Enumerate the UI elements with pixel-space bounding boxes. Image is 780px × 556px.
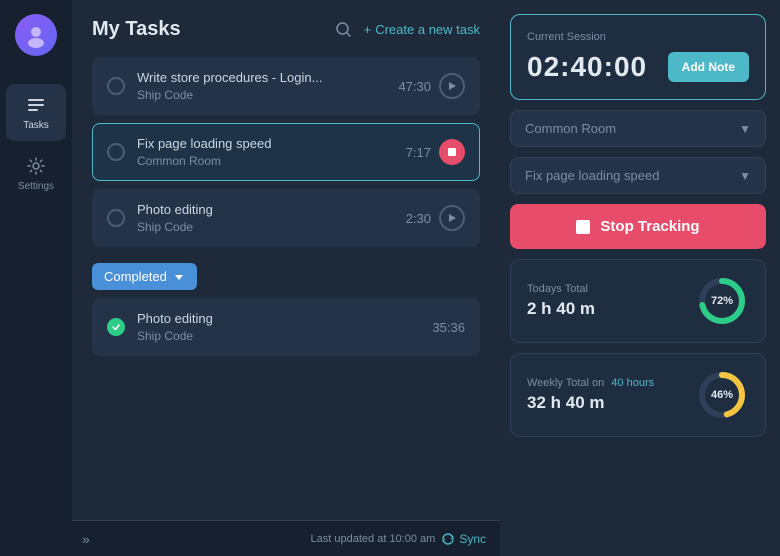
task-name-3: Photo editing [137,202,394,217]
task-info-1: Write store procedures - Login... Ship C… [137,70,386,102]
stop-tracking-label: Stop Tracking [600,218,699,235]
create-task-plus: + [364,22,372,37]
settings-nav-label: Settings [18,181,54,192]
task-name-1: Write store procedures - Login... [137,70,386,85]
todays-total-value: 2 h 40 m [527,299,595,319]
sidebar: Tasks Settings [0,0,72,556]
task-time-c1: 35:36 [432,320,465,335]
stop-icon [576,220,590,234]
task-stop-button-2[interactable] [439,139,465,165]
create-task-button[interactable]: + Create a new task [364,22,480,37]
task-dropdown[interactable]: Fix page loading speed ▼ [510,157,766,194]
task-info-c1: Photo editing Ship Code [137,311,420,343]
task-name-c1: Photo editing [137,311,420,326]
task-radio-3[interactable] [107,209,125,227]
completed-section: Completed Photo editing Ship Code 35:3 [92,263,480,356]
sidebar-item-settings[interactable]: Settings [6,145,66,202]
sync-label: Sync [459,532,486,546]
task-project-1: Ship Code [137,88,386,102]
project-dropdown-label: Common Room [525,121,616,136]
chevron-down-icon: ▼ [739,169,751,183]
weekly-total-title: Weekly Total on 40 hours [527,377,654,389]
main-area: My Tasks + Create a new task Write store… [72,0,500,556]
task-dropdown-label: Fix page loading speed [525,168,659,183]
footer-bar: » Last updated at 10:00 am Sync [72,520,500,556]
completed-label: Completed [104,269,167,284]
tasks-icon [25,94,47,116]
todays-total-info: Todays Total 2 h 40 m [527,283,595,319]
expand-icon[interactable]: » [82,531,90,547]
search-button[interactable] [335,21,352,38]
todays-total-title: Todays Total [527,283,595,295]
task-radio-c1[interactable] [107,318,125,336]
todays-total-chart: 72% [695,274,749,328]
avatar [15,14,57,56]
weekly-hours-label: 40 hours [611,377,654,389]
task-time-area-c1: 35:36 [432,320,465,335]
main-content: My Tasks + Create a new task Write store… [72,0,500,520]
create-task-label: Create a new task [375,22,480,37]
page-header: My Tasks + Create a new task [92,18,480,41]
weekly-total-card: Weekly Total on 40 hours 32 h 40 m 46% [510,353,766,437]
weekly-total-chart: 46% [695,368,749,422]
task-time-area-1: 47:30 [398,73,465,99]
task-project-2: Common Room [137,154,394,168]
task-name-2: Fix page loading speed [137,136,394,151]
task-time-2: 7:17 [406,145,431,160]
task-play-button-3[interactable] [439,205,465,231]
session-timer-row: 02:40:00 Add Note [527,51,749,83]
completed-toggle-button[interactable]: Completed [92,263,197,290]
session-card: Current Session 02:40:00 Add Note [510,14,766,100]
weekly-total-title-text: Weekly Total on [527,377,604,389]
task-info-2: Fix page loading speed Common Room [137,136,394,168]
task-project-c1: Ship Code [137,329,420,343]
tasks-nav-label: Tasks [23,120,49,131]
footer-sync-area: Last updated at 10:00 am Sync [311,532,486,546]
table-row: Write store procedures - Login... Ship C… [92,57,480,115]
task-time-1: 47:30 [398,79,431,94]
session-label: Current Session [527,31,749,43]
stop-tracking-button[interactable]: Stop Tracking [510,204,766,249]
task-time-3: 2:30 [406,211,431,226]
weekly-total-info: Weekly Total on 40 hours 32 h 40 m [527,377,654,413]
right-panel: Current Session 02:40:00 Add Note Common… [500,0,780,556]
settings-icon [25,155,47,177]
task-radio-1[interactable] [107,77,125,95]
last-updated-text: Last updated at 10:00 am [311,533,436,545]
todays-total-pct: 72% [711,295,733,307]
task-play-button-1[interactable] [439,73,465,99]
chevron-down-icon: ▼ [739,122,751,136]
add-note-button[interactable]: Add Note [668,52,749,82]
page-title: My Tasks [92,18,181,41]
table-row: Fix page loading speed Common Room 7:17 [92,123,480,181]
session-timer: 02:40:00 [527,51,647,83]
todays-total-card: Todays Total 2 h 40 m 72% [510,259,766,343]
task-info-3: Photo editing Ship Code [137,202,394,234]
task-time-area-2: 7:17 [406,139,465,165]
weekly-total-value: 32 h 40 m [527,393,654,413]
project-dropdown[interactable]: Common Room ▼ [510,110,766,147]
table-row: Photo editing Ship Code 2:30 [92,189,480,247]
weekly-total-pct: 46% [711,389,733,401]
task-list: Write store procedures - Login... Ship C… [92,57,480,356]
task-project-3: Ship Code [137,220,394,234]
table-row: Photo editing Ship Code 35:36 [92,298,480,356]
sync-button[interactable]: Sync [441,532,486,546]
sidebar-item-tasks[interactable]: Tasks [6,84,66,141]
task-radio-2[interactable] [107,143,125,161]
task-time-area-3: 2:30 [406,205,465,231]
